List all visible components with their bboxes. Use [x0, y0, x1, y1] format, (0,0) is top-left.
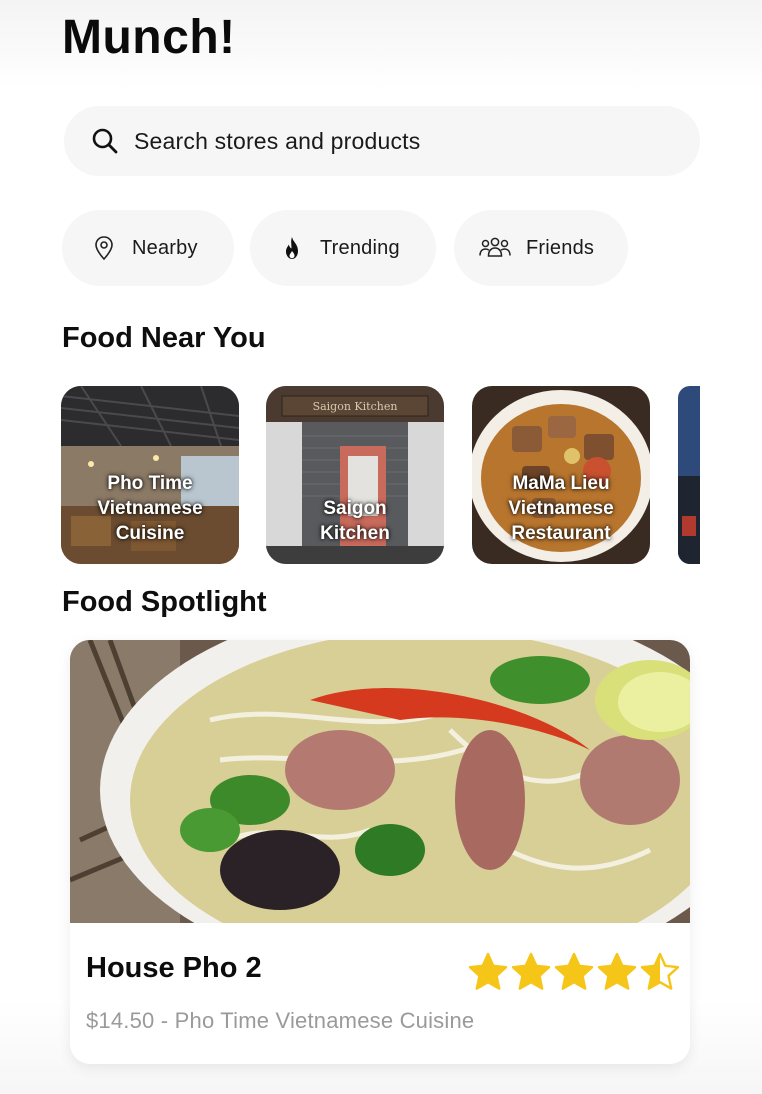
restaurant-name: Saigon Kitchen — [320, 498, 390, 544]
restaurant-name: MaMa Lieu Vietnamese Restaurant — [508, 473, 614, 544]
filter-trending[interactable]: Trending — [250, 210, 436, 286]
restaurant-photo — [678, 386, 700, 564]
group-icon — [479, 237, 511, 257]
filter-friends[interactable]: Friends — [454, 210, 628, 286]
section-title-food-near-you: Food Near You — [62, 322, 266, 354]
search-input[interactable]: Search stores and products — [134, 128, 420, 155]
location-pin-icon — [95, 236, 113, 261]
filter-trending-label: Trending — [320, 236, 400, 259]
restaurant-name: Pho Time Vietnamese Cuisine — [97, 473, 203, 544]
restaurant-card-pho-time[interactable]: Pho Time Vietnamese Cuisine — [61, 386, 239, 564]
star-half-icon — [640, 952, 680, 990]
restaurant-card-saigon-kitchen[interactable]: Saigon Kitchen Saigon Kitchen — [266, 386, 444, 564]
star-full-icon — [554, 952, 594, 990]
restaurant-card-partial[interactable] — [678, 386, 700, 564]
storefront-sign: Saigon Kitchen — [313, 400, 398, 413]
restaurant-card-mama-lieu[interactable]: MaMa Lieu Vietnamese Restaurant — [472, 386, 650, 564]
dish-name: House Pho 2 — [86, 952, 262, 984]
app-title: Munch! — [62, 11, 236, 64]
rating-stars — [468, 952, 683, 992]
section-title-food-spotlight: Food Spotlight — [62, 586, 267, 618]
filter-friends-label: Friends — [526, 236, 595, 259]
star-full-icon — [511, 952, 551, 990]
filter-nearby-label: Nearby — [132, 236, 198, 259]
flame-icon — [286, 237, 298, 259]
dish-price-and-restaurant: $14.50 - Pho Time Vietnamese Cuisine — [86, 1008, 475, 1033]
app-screen: Munch! Search stores and products Nearby… — [0, 0, 762, 1094]
search-icon — [92, 128, 118, 154]
dish-photo — [70, 640, 690, 923]
search-bar[interactable]: Search stores and products — [64, 106, 700, 176]
filter-nearby[interactable]: Nearby — [62, 210, 234, 286]
star-full-icon — [597, 952, 637, 990]
spotlight-card[interactable]: House Pho 2 $14.50 - Pho Time Vietnamese… — [70, 640, 690, 1064]
star-full-icon — [468, 952, 508, 990]
